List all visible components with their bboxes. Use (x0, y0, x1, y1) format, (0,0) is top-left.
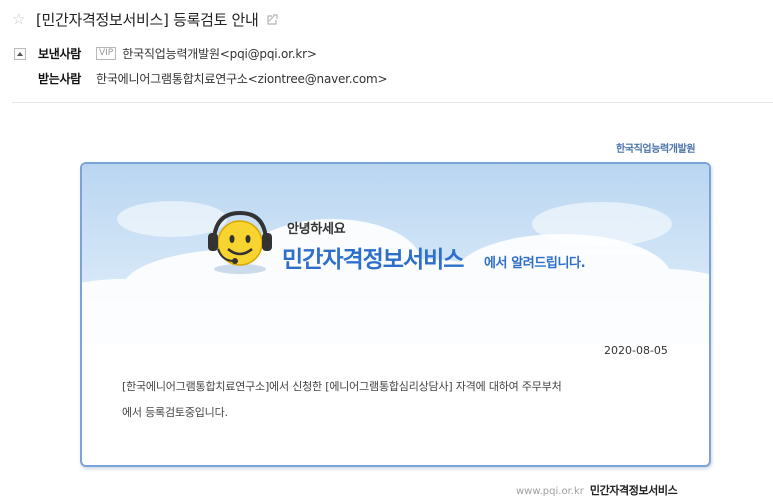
link-icon[interactable] (266, 13, 279, 26)
smiley-headset-icon (208, 210, 272, 274)
from-label: 보낸사람 (38, 47, 81, 61)
notice-line-1: [한국에니어그램통합치료연구소]에서 신청한 [에니어그램통합심리상담사] 자격… (122, 380, 562, 393)
to-address[interactable]: 한국에니어그램통합치료연구소<ziontree@naver.com> (96, 70, 388, 87)
service-suffix: 에서 알려드립니다. (484, 256, 586, 271)
service-name: 민간자격정보서비스 (282, 247, 464, 273)
recipient-row: 받는사람 한국에니어그램통합치료연구소<ziontree@naver.com> (14, 70, 388, 87)
star-icon[interactable]: ☆ (12, 11, 28, 27)
email-subject: [민간자격정보서비스] 등록검토 안내 (36, 10, 259, 29)
notice-line-2: 에서 등록검토중입니다. (122, 406, 228, 419)
from-address[interactable]: 한국직업능력개발원<pqi@pqi.or.kr> (122, 45, 317, 62)
subject-row: ☆ [민간자격정보서비스] 등록검토 안내 (12, 9, 279, 29)
footer-service-name: 민간자격정보서비스 (589, 484, 678, 497)
sender-row: 보낸사람 VIP 한국직업능력개발원<pqi@pqi.or.kr> (14, 45, 317, 62)
brand-top: 한국직업능력개발원 (616, 144, 696, 155)
notice-date: 2020-08-05 (604, 344, 668, 357)
toggle-icon[interactable] (14, 47, 26, 60)
footer-url[interactable]: www.pqi.or.kr (516, 486, 584, 497)
vip-badge: VIP (96, 47, 117, 60)
greeting: 안녕하세요 (287, 222, 346, 237)
footer: www.pqi.or.kr 민간자격정보서비스 (516, 482, 678, 498)
email-card: 안녕하세요 민간자격정보서비스 에서 알려드립니다. 2020-08-05 [한… (80, 162, 711, 467)
header-divider (12, 102, 773, 103)
to-label: 받는사람 (38, 72, 81, 86)
